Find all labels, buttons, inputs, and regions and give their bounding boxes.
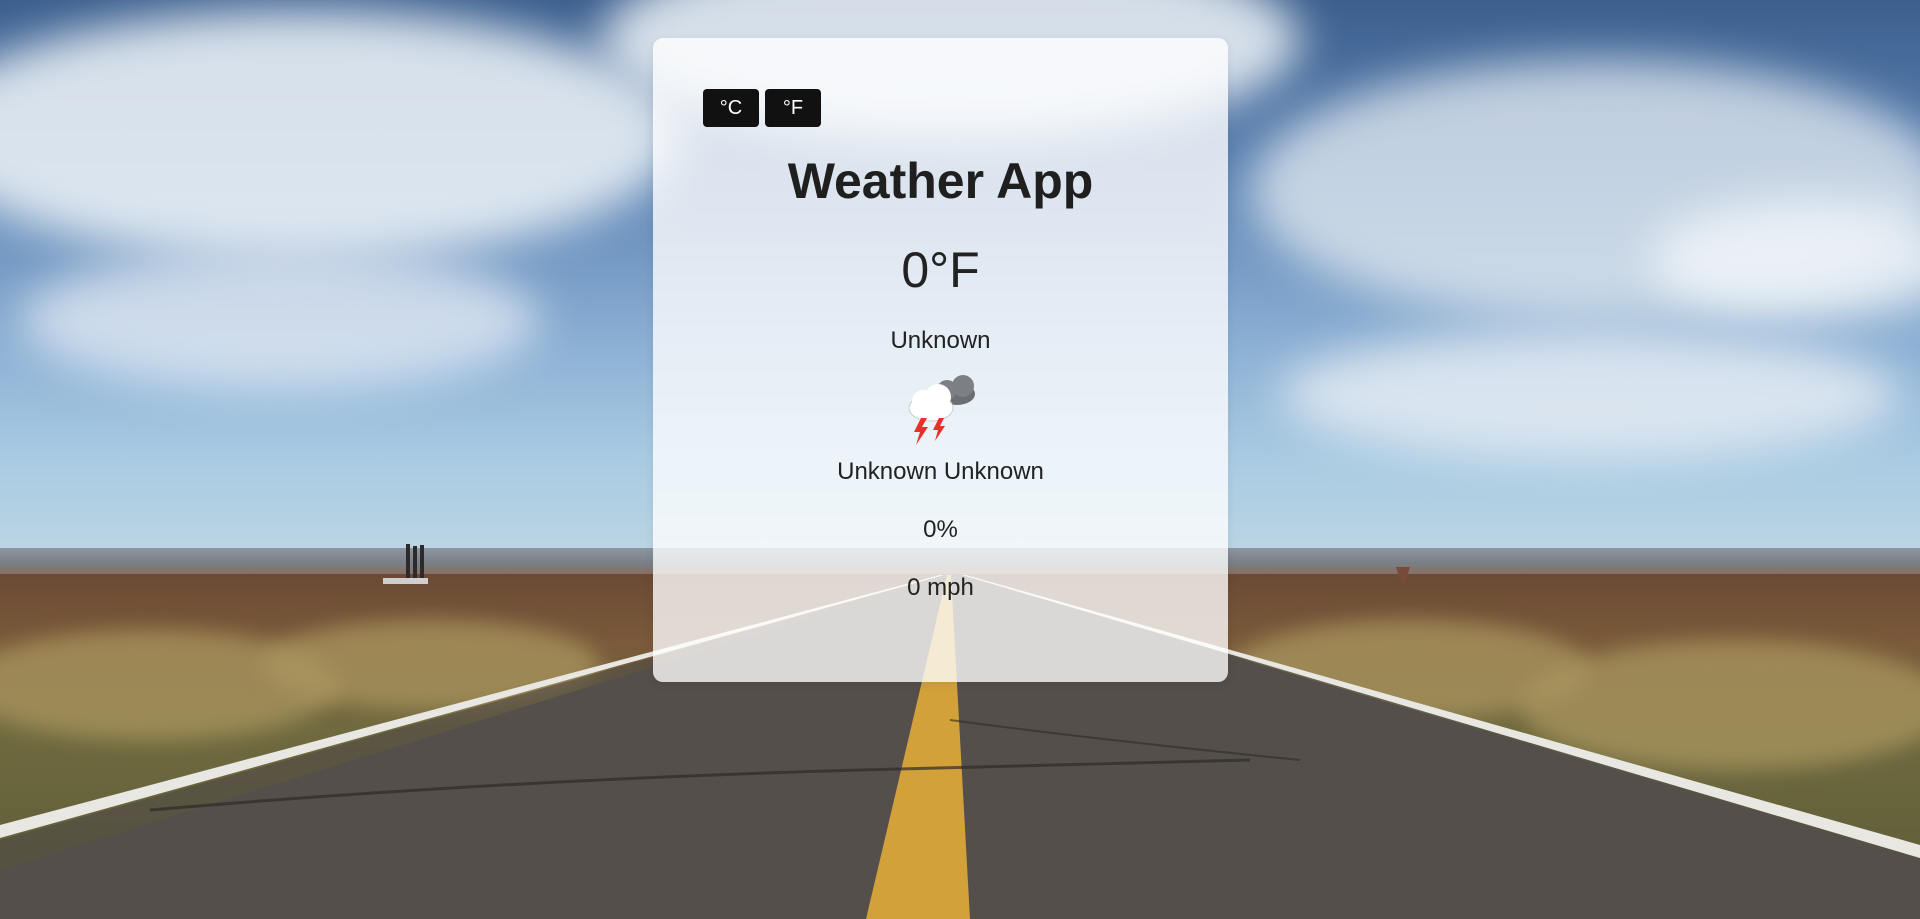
location-text: Unknown Unknown xyxy=(837,458,1044,485)
wind-speed-value: 0 mph xyxy=(907,574,974,601)
celsius-button[interactable]: °C xyxy=(703,89,759,127)
thunderstorm-icon xyxy=(908,375,975,445)
humidity-value: 0% xyxy=(923,516,958,543)
weather-card: °C °F Weather App 0°F Unknown Unknown Un… xyxy=(653,38,1228,682)
app-title: Weather App xyxy=(787,153,1094,209)
weather-condition: Unknown xyxy=(890,327,991,354)
unit-toggle: °C °F xyxy=(703,89,821,127)
fahrenheit-button[interactable]: °F xyxy=(765,89,821,127)
temperature-value: 0°F xyxy=(901,242,980,298)
